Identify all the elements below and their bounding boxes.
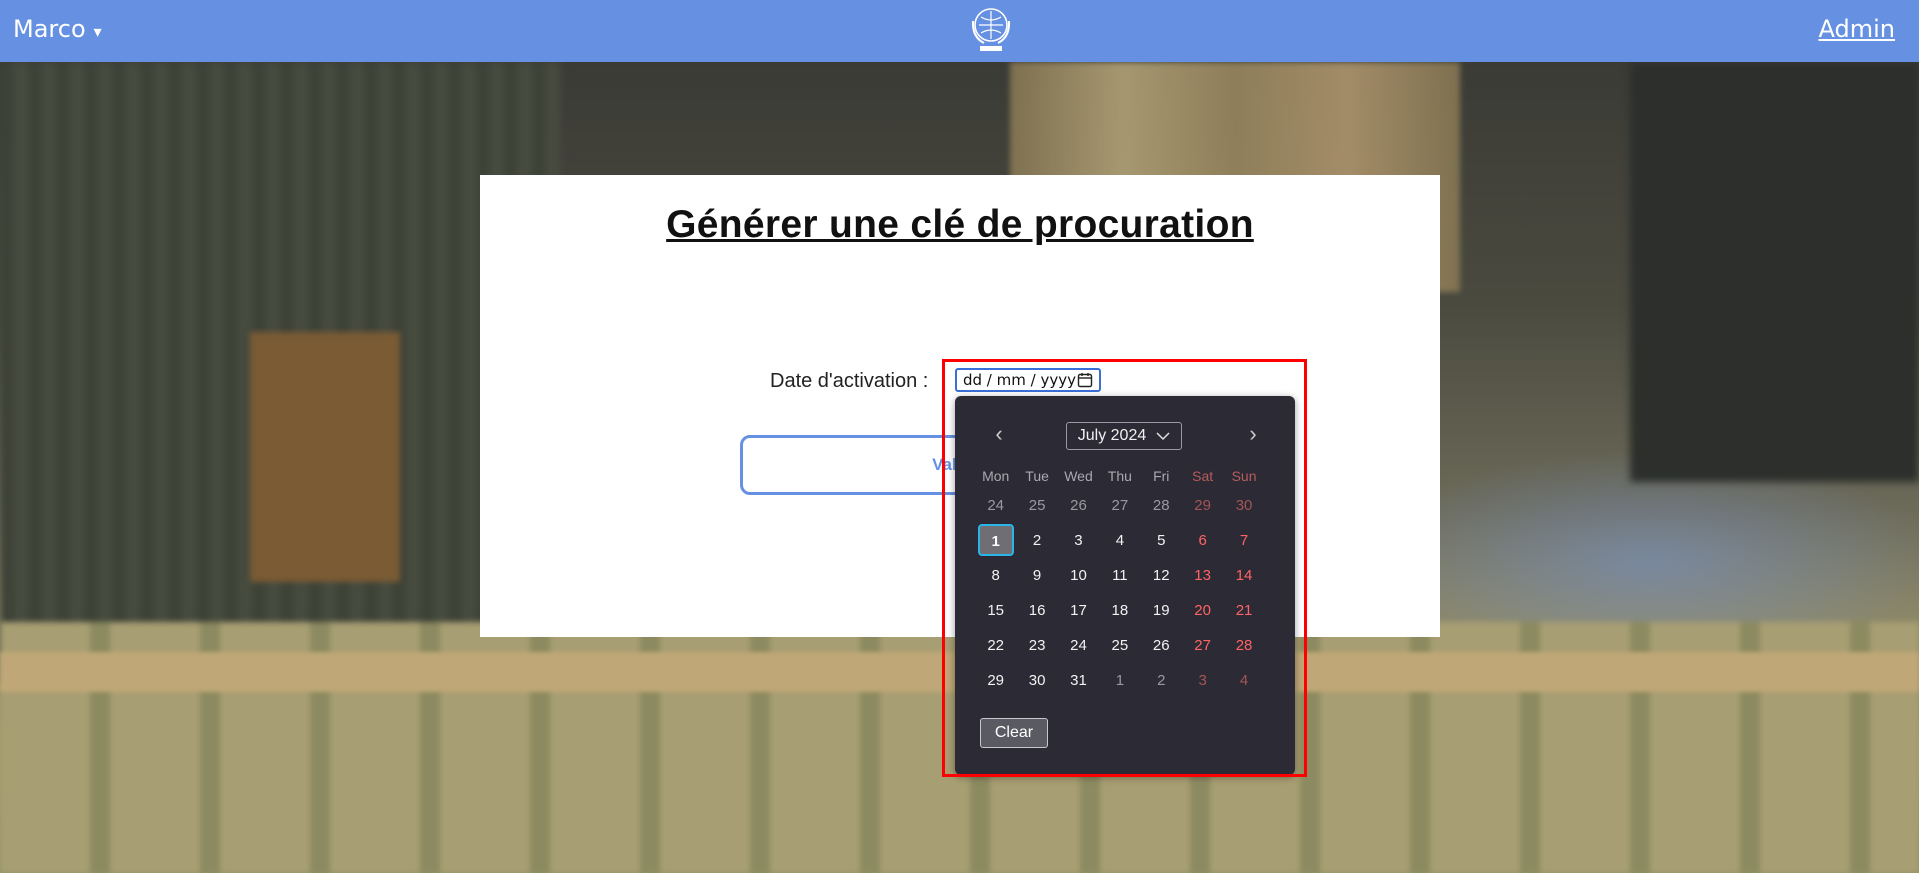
calendar-day[interactable]: 2 [1141,663,1182,698]
calendar-day[interactable]: 4 [1099,523,1140,559]
calendar-day[interactable]: 23 [1016,628,1057,663]
calendar-week-row: 22 23 24 25 26 27 28 [975,628,1265,663]
calendar-day[interactable]: 10 [1058,558,1099,593]
background-door [250,332,400,582]
previous-month-button[interactable]: ‹ [989,422,1009,446]
caret-down-icon: ▾ [93,21,102,41]
date-input-placeholder: dd / mm / yyyy [963,371,1076,389]
calendar-day[interactable]: 4 [1223,663,1264,698]
month-year-label: July 2024 [1077,427,1147,444]
weekday-label: Fri [1153,468,1170,484]
calendar-week-row: 24 25 26 27 28 29 30 [975,488,1265,523]
weekday-label: Thu [1107,468,1132,484]
calendar-day[interactable]: 1 [1099,663,1140,698]
weekday-label: Wed [1064,468,1093,484]
activation-date-label: Date d'activation : [770,370,929,392]
calendar-day[interactable]: 9 [1016,558,1057,593]
calendar-day[interactable]: 15 [975,593,1016,628]
calendar-day[interactable]: 28 [1141,488,1182,523]
user-menu-dropdown[interactable]: Marco ▾ [13,15,102,43]
user-name: Marco [13,15,86,43]
calendar-day[interactable]: 8 [975,558,1016,593]
calendar-day[interactable]: 29 [975,663,1016,698]
calendar-day[interactable]: 16 [1016,593,1057,628]
calendar-day[interactable]: 26 [1058,488,1099,523]
chevron-left-icon: ‹ [995,421,1003,446]
calendar-day[interactable]: 22 [975,628,1016,663]
calendar-day[interactable]: 21 [1223,593,1264,628]
calendar-day[interactable]: 25 [1016,488,1057,523]
background-wall-right [1630,62,1919,482]
calendar-day[interactable]: 5 [1141,523,1182,559]
calendar-day[interactable]: 6 [1182,523,1223,559]
calendar-day[interactable]: 20 [1182,593,1223,628]
calendar-day[interactable]: 24 [975,488,1016,523]
un-emblem-icon [971,8,1011,51]
weekday-label: Tue [1025,468,1049,484]
calendar-day[interactable]: 30 [1223,488,1264,523]
chevron-down-icon [1156,431,1170,440]
calendar-day[interactable]: 7 [1223,523,1264,559]
calendar-day[interactable]: 2 [1016,523,1057,559]
calendar-day[interactable]: 19 [1141,593,1182,628]
weekday-label: Mon [982,468,1010,484]
calendar-icon[interactable] [1077,372,1093,388]
calendar-day[interactable]: 14 [1223,558,1264,593]
calendar-day[interactable]: 3 [1058,523,1099,559]
clear-button[interactable]: Clear [980,718,1048,748]
calendar-day[interactable]: 31 [1058,663,1099,698]
weekday-label: Sat [1192,468,1214,484]
calendar-day[interactable]: 18 [1099,593,1140,628]
today-label: 1 [977,524,1014,556]
next-month-button[interactable]: › [1243,422,1263,446]
calendar-day[interactable]: 30 [1016,663,1057,698]
weekday-label: Sun [1231,468,1257,484]
calendar-week-row: 1 2 3 4 5 6 7 [975,523,1265,558]
calendar-day[interactable]: 29 [1182,488,1223,523]
calendar-week-row: 29 30 31 1 2 3 4 [975,663,1265,698]
calendar-grid: Mon Tue Wed Thu Fri Sat Sun 24 25 26 27 … [975,464,1265,698]
admin-link[interactable]: Admin [1819,15,1896,43]
calendar-day[interactable]: 27 [1182,628,1223,663]
chevron-right-icon: › [1249,421,1257,446]
calendar-day[interactable]: 26 [1141,628,1182,663]
calendar-day[interactable]: 13 [1182,558,1223,593]
calendar-week-row: 8 9 10 11 12 13 14 [975,558,1265,593]
top-navbar: Marco ▾ Admin [0,0,1919,62]
calendar-day[interactable]: 11 [1099,558,1140,593]
calendar-day[interactable]: 27 [1099,488,1140,523]
month-year-select[interactable]: July 2024 [1066,422,1182,450]
activation-date-input[interactable]: dd / mm / yyyy [955,368,1101,392]
calendar-day[interactable]: 12 [1141,558,1182,593]
date-picker-popup: ‹ July 2024 › Mon Tue Wed Thu Fri Sat Su… [955,396,1295,775]
calendar-day-today[interactable]: 1 [975,523,1016,559]
calendar-week-row: 15 16 17 18 19 20 21 [975,593,1265,628]
calendar-day[interactable]: 28 [1223,628,1264,663]
calendar-day[interactable]: 17 [1058,593,1099,628]
calendar-day[interactable]: 24 [1058,628,1099,663]
calendar-day[interactable]: 25 [1099,628,1140,663]
weekday-header-row: Mon Tue Wed Thu Fri Sat Sun [975,464,1265,488]
page-title: Générer une clé de procuration [666,203,1254,246]
calendar-day[interactable]: 3 [1182,663,1223,698]
